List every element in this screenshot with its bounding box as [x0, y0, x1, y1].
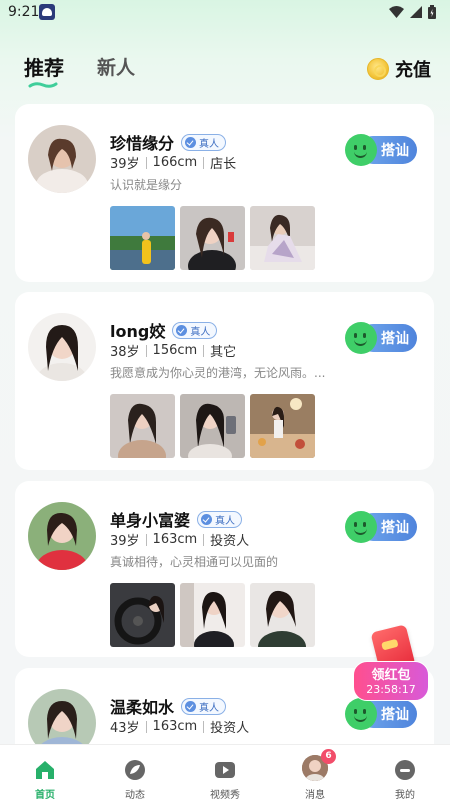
profile-name: 珍惜缘分 [110, 134, 175, 153]
profile-age: 38岁 [110, 345, 140, 360]
recharge-label: 充值 [395, 60, 431, 81]
signal-icon [410, 6, 422, 18]
status-time: 9:21 [8, 4, 40, 20]
moments-icon [125, 760, 145, 780]
smile-icon [345, 322, 377, 354]
avatar[interactable] [28, 313, 96, 381]
battery-icon [428, 5, 436, 19]
name-row: 单身小富婆 真人 [110, 507, 243, 531]
profile-name: long姣 [110, 322, 166, 341]
red-packet-title: 领红包 [371, 668, 411, 683]
profile-height: 166cm [152, 155, 198, 170]
bottom-nav: 首页 动态 视频秀 6 消息 我的 [0, 744, 450, 800]
tab-new[interactable]: 新人 [97, 53, 135, 80]
profile-height: 163cm [152, 532, 198, 547]
active-tab-indicator [28, 82, 58, 88]
profile-age: 39岁 [110, 157, 140, 172]
smile-icon [345, 134, 377, 166]
profile-age: 39岁 [110, 534, 140, 549]
profile-age: 43岁 [110, 721, 140, 736]
profile-info: 39岁 166cm 店长 [110, 153, 236, 172]
profile-card[interactable]: 珍惜缘分 真人 39岁 166cm 店长 认识就是缘分 搭讪 [15, 104, 434, 282]
photo-thumbnail[interactable] [110, 206, 175, 270]
check-icon [201, 513, 213, 525]
photo-thumbnail[interactable] [180, 206, 245, 270]
nav-label: 动态 [125, 790, 145, 800]
profile-job: 投资人 [210, 721, 250, 736]
photo-list [110, 394, 315, 458]
nav-video[interactable]: 视频秀 [180, 745, 270, 800]
photo-thumbnail[interactable] [180, 583, 245, 647]
name-row: long姣 真人 [110, 318, 218, 342]
name-row: 珍惜缘分 真人 [110, 130, 227, 154]
red-packet-timer: 23:58:17 [366, 683, 416, 696]
nav-messages[interactable]: 6 消息 [270, 745, 360, 800]
nav-label: 消息 [305, 790, 325, 800]
nav-label: 首页 [35, 790, 55, 800]
profile-height: 156cm [152, 343, 198, 358]
nav-label: 视频秀 [210, 790, 240, 800]
smile-icon [345, 511, 377, 543]
verified-badge: 真人 [172, 321, 218, 339]
photo-list [110, 206, 315, 270]
coin-icon [367, 58, 389, 80]
profile-bio: 我愿意成为你心灵的港湾，无论风雨。... [110, 366, 326, 380]
photo-thumbnail[interactable] [250, 206, 315, 270]
nav-moments[interactable]: 动态 [90, 745, 180, 800]
verified-badge: 真人 [181, 697, 227, 715]
profile-job: 投资人 [210, 534, 250, 549]
avatar[interactable] [28, 125, 96, 193]
profile-info: 43岁 163cm 投资人 [110, 717, 249, 736]
photo-thumbnail[interactable] [110, 394, 175, 458]
verified-badge: 真人 [181, 133, 227, 151]
wifi-icon [389, 6, 404, 18]
red-packet-button[interactable]: 领红包 23:58:17 [353, 624, 429, 701]
home-icon [36, 761, 54, 779]
video-icon [215, 762, 235, 778]
photo-thumbnail[interactable] [250, 583, 315, 647]
verified-badge: 真人 [197, 510, 243, 528]
nav-label: 我的 [395, 790, 415, 800]
photo-thumbnail[interactable] [250, 394, 315, 458]
profile-info: 39岁 163cm 投资人 [110, 530, 249, 549]
profile-job: 其它 [210, 345, 237, 360]
tab-recommend[interactable]: 推荐 [24, 52, 64, 81]
status-icons [389, 5, 436, 19]
chat-button[interactable]: 搭讪 [345, 511, 417, 543]
name-row: 温柔如水 真人 [110, 694, 227, 718]
profile-name: 单身小富婆 [110, 511, 191, 530]
profile-info: 38岁 156cm 其它 [110, 341, 236, 360]
profile-job: 店长 [210, 157, 237, 172]
unread-badge: 6 [321, 749, 336, 764]
chat-button[interactable]: 搭讪 [345, 698, 417, 730]
chat-button[interactable]: 搭讪 [345, 322, 417, 354]
check-icon [176, 324, 188, 336]
avatar[interactable] [28, 502, 96, 570]
chat-button[interactable]: 搭讪 [345, 134, 417, 166]
nav-profile[interactable]: 我的 [360, 745, 450, 800]
verified-label: 真人 [190, 326, 211, 338]
recharge-button[interactable]: 充值 [367, 56, 431, 82]
app-notification-icon [39, 4, 55, 20]
profile-height: 163cm [152, 719, 198, 734]
profile-bio: 认识就是缘分 [110, 178, 183, 192]
verified-label: 真人 [215, 515, 236, 527]
nav-home[interactable]: 首页 [0, 745, 90, 800]
smile-icon [345, 698, 377, 730]
profile-card[interactable]: long姣 真人 38岁 156cm 其它 我愿意成为你心灵的港湾，无论风雨。.… [15, 292, 434, 470]
profile-icon [395, 760, 415, 780]
profile-bio: 真诚相待，心灵相通可以见面的 [110, 555, 279, 569]
photo-list [110, 583, 315, 647]
check-icon [185, 136, 197, 148]
profile-name: 温柔如水 [110, 698, 175, 717]
verified-label: 真人 [199, 702, 220, 714]
status-bar: 9:21 [0, 0, 450, 26]
photo-thumbnail[interactable] [180, 394, 245, 458]
photo-thumbnail[interactable] [110, 583, 175, 647]
check-icon [185, 700, 197, 712]
verified-label: 真人 [199, 138, 220, 150]
